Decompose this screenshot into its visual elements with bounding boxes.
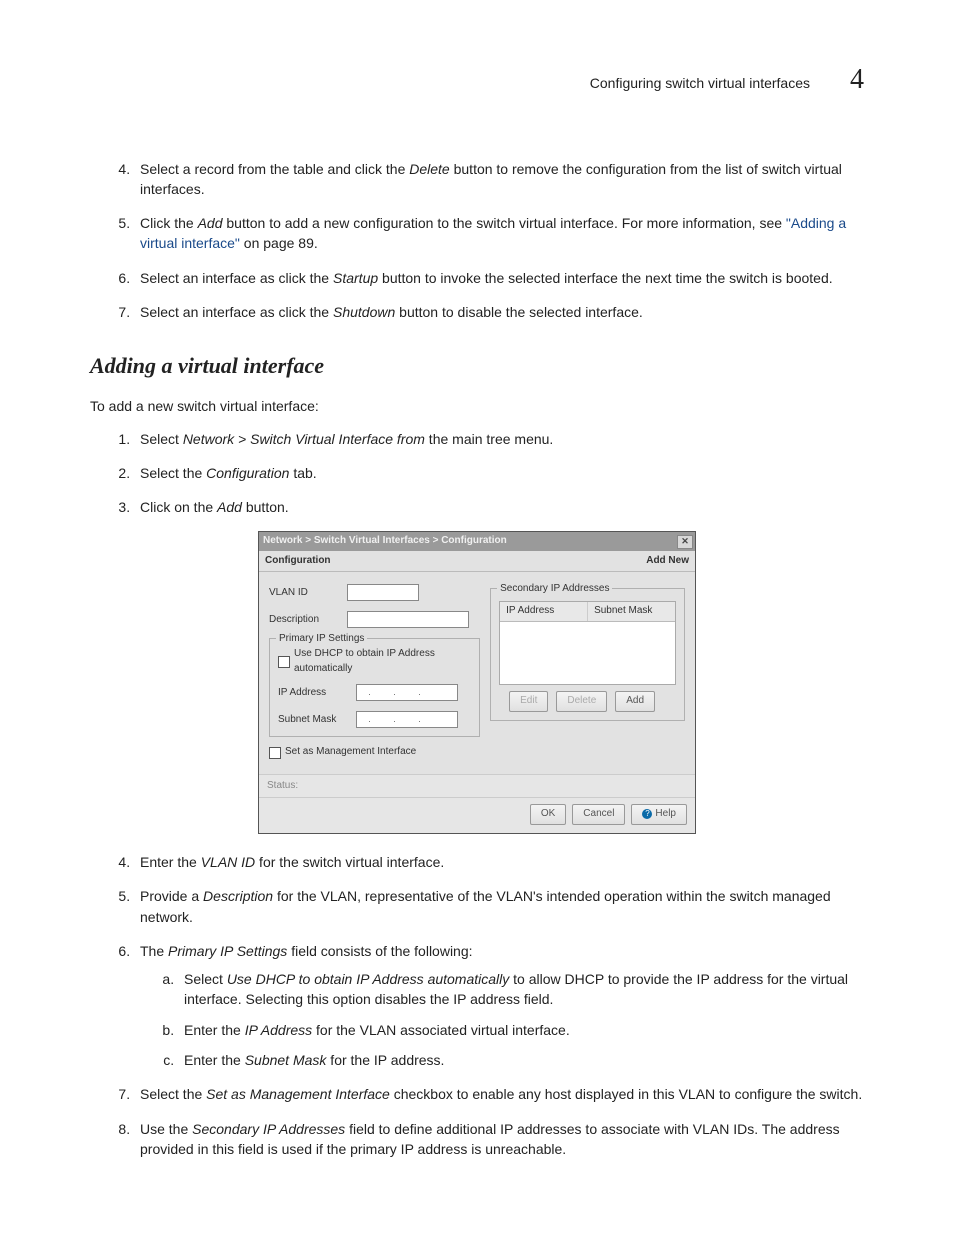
vlan-id-input[interactable]	[347, 584, 419, 601]
col-mask-header: Subnet Mask	[588, 602, 675, 621]
primary-ip-fieldset: Primary IP Settings Use DHCP to obtain I…	[269, 638, 480, 737]
secondary-ip-fieldset: Secondary IP Addresses IP Address Subnet…	[490, 588, 685, 721]
astep-3: Click on the Add button.	[134, 497, 864, 517]
close-icon[interactable]: ✕	[677, 535, 693, 549]
dialog-titlebar: Network > Switch Virtual Interfaces > Co…	[259, 532, 695, 551]
cstep-6: The Primary IP Settings field consists o…	[134, 941, 864, 1070]
subnet-mask-label: Subnet Mask	[278, 713, 348, 728]
cancel-button[interactable]: Cancel	[572, 804, 625, 825]
steps-list-after-dialog: Enter the VLAN ID for the switch virtual…	[110, 852, 864, 1159]
dialog-mode: Add New	[646, 554, 689, 569]
step-5: Click the Add button to add a new config…	[134, 213, 864, 254]
section-intro: To add a new switch virtual interface:	[90, 396, 864, 416]
set-mgmt-label: Set as Management Interface	[285, 745, 416, 760]
edit-button[interactable]: Edit	[509, 691, 548, 712]
set-mgmt-checkbox[interactable]	[269, 747, 281, 759]
use-dhcp-label: Use DHCP to obtain IP Address automatica…	[294, 647, 471, 676]
status-bar: Status:	[259, 774, 695, 798]
cstep-5: Provide a Description for the VLAN, repr…	[134, 886, 864, 927]
section-heading: Adding a virtual interface	[90, 350, 864, 382]
help-icon: ?	[642, 809, 652, 819]
help-button[interactable]: ?Help	[631, 804, 687, 825]
vlan-id-label: VLAN ID	[269, 586, 339, 601]
description-label: Description	[269, 613, 339, 628]
dialog-breadcrumb: Network > Switch Virtual Interfaces > Co…	[263, 534, 507, 549]
steps-list-adding: Select Network > Switch Virtual Interfac…	[110, 429, 864, 518]
ip-address-input[interactable]: ...	[356, 684, 458, 701]
page-header: Configuring switch virtual interfaces 4	[90, 60, 864, 101]
astep-1: Select Network > Switch Virtual Interfac…	[134, 429, 864, 449]
col-ip-header: IP Address	[500, 602, 588, 621]
substeps-6: Select Use DHCP to obtain IP Address aut…	[158, 969, 864, 1070]
substep-6b: Enter the IP Address for the VLAN associ…	[178, 1020, 864, 1040]
substep-6c: Enter the Subnet Mask for the IP address…	[178, 1050, 864, 1070]
step-6: Select an interface as click the Startup…	[134, 268, 864, 288]
steps-list-top: Select a record from the table and click…	[110, 159, 864, 323]
add-button[interactable]: Add	[615, 691, 655, 712]
subnet-mask-input[interactable]: ...	[356, 711, 458, 728]
chapter-number: 4	[850, 60, 864, 101]
description-input[interactable]	[347, 611, 469, 628]
secondary-ip-table[interactable]: IP Address Subnet Mask	[499, 601, 676, 685]
delete-button[interactable]: Delete	[556, 691, 607, 712]
astep-2: Select the Configuration tab.	[134, 463, 864, 483]
cstep-4: Enter the VLAN ID for the switch virtual…	[134, 852, 864, 872]
cstep-8: Use the Secondary IP Addresses field to …	[134, 1119, 864, 1160]
step-4: Select a record from the table and click…	[134, 159, 864, 200]
dialog-tab: Configuration	[265, 554, 331, 569]
ip-address-label: IP Address	[278, 686, 348, 701]
use-dhcp-checkbox[interactable]	[278, 656, 290, 668]
config-dialog-figure: Network > Switch Virtual Interfaces > Co…	[258, 531, 696, 834]
step-7: Select an interface as click the Shutdow…	[134, 302, 864, 322]
ok-button[interactable]: OK	[530, 804, 566, 825]
cstep-7: Select the Set as Management Interface c…	[134, 1084, 864, 1104]
header-title: Configuring switch virtual interfaces	[590, 73, 810, 93]
substep-6a: Select Use DHCP to obtain IP Address aut…	[178, 969, 864, 1010]
